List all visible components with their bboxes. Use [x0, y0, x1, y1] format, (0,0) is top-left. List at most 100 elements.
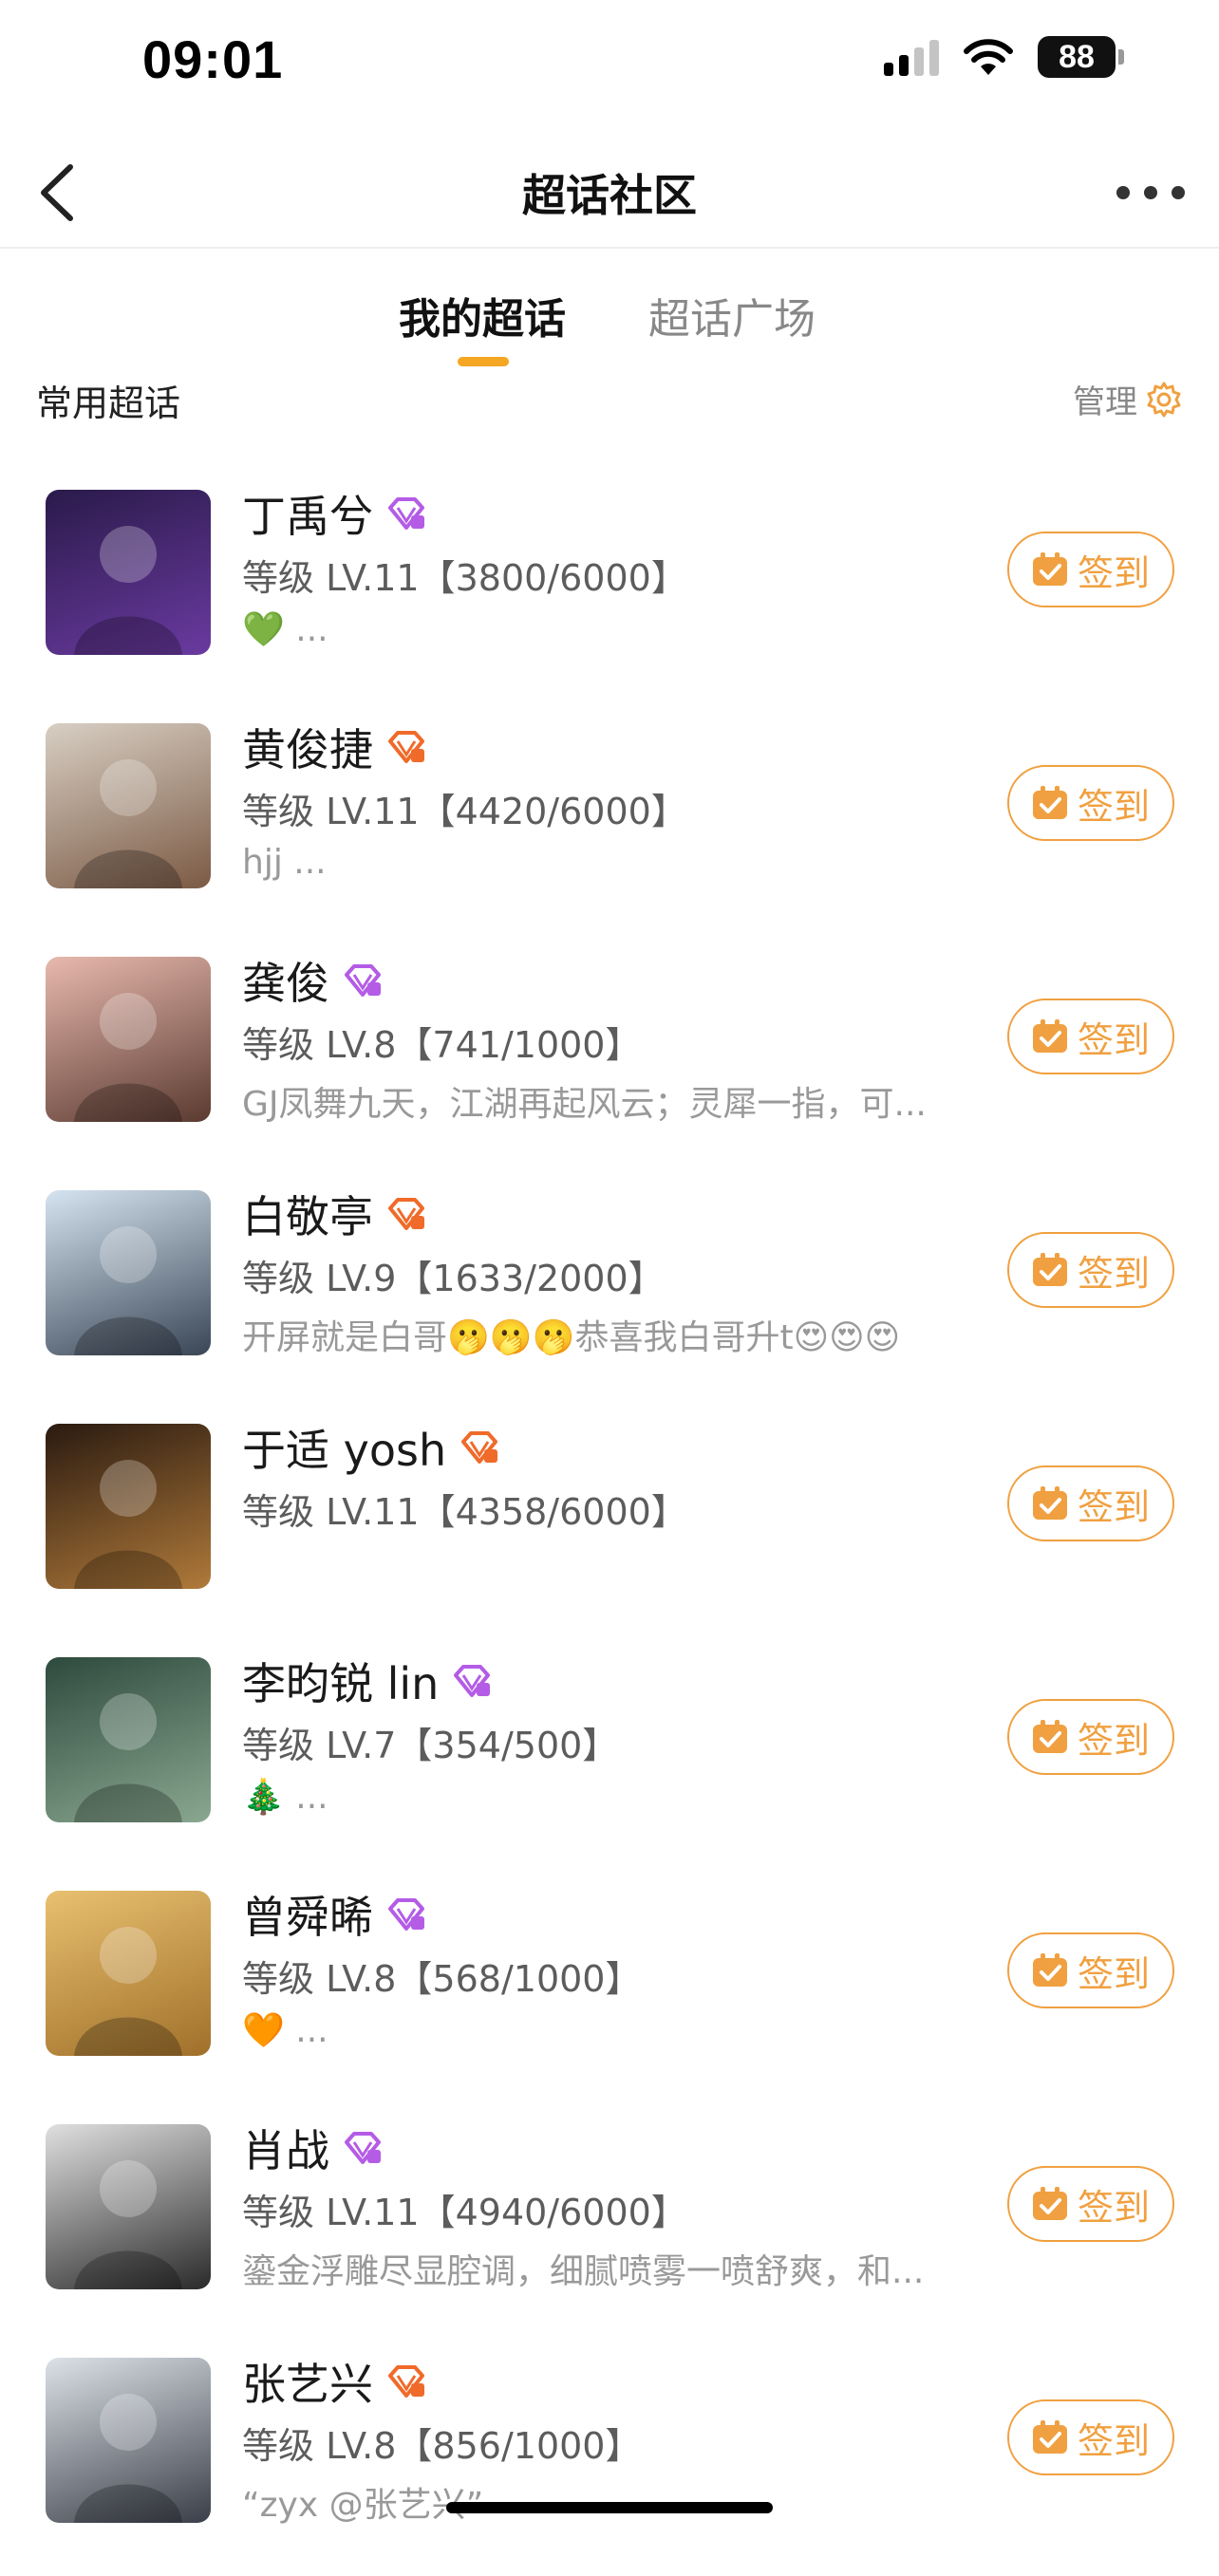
page-title: 超话社区	[522, 170, 697, 221]
list-item[interactable]: 肖战 等级 LV.11【4940/6000】 鎏金浮雕尽显腔调，细腻喷雾一喷舒爽…	[0, 2109, 1219, 2343]
checkin-label: 签到	[1077, 2419, 1150, 2462]
avatar[interactable]	[46, 1657, 211, 1822]
checkin-button[interactable]: 签到	[1007, 1232, 1174, 1308]
calendar-check-icon	[1032, 1953, 1067, 1987]
checkin-button[interactable]: 签到	[1007, 2399, 1174, 2475]
checkin-button[interactable]: 签到	[1007, 1932, 1174, 2008]
diamond-badge-icon	[345, 964, 381, 997]
checkin-button[interactable]: 签到	[1007, 1465, 1174, 1541]
avatar-portrait	[74, 1693, 182, 1822]
name-row: 于适 yosh	[242, 1416, 499, 1479]
diamond-badge-icon	[388, 731, 424, 763]
topic-level: 等级 LV.8【741/1000】	[242, 1024, 642, 1066]
checkin-button[interactable]: 签到	[1007, 2166, 1174, 2242]
calendar-check-icon	[1032, 2420, 1067, 2454]
checkin-label: 签到	[1077, 1719, 1150, 1762]
tabs: 我的超话 超话广场	[0, 275, 1219, 370]
topic-description: GJ凤舞九天，江湖再起风云；灵犀一指，可...	[242, 1085, 927, 1124]
status-icons: 88	[884, 36, 1124, 78]
list-item[interactable]: 李昀锐 lin 等级 LV.7【354/500】 🎄 ... 签到	[0, 1642, 1219, 1876]
topic-name[interactable]: 白敬亭	[242, 1183, 373, 1245]
topic-level: 等级 LV.8【856/1000】	[242, 2425, 642, 2467]
avatar[interactable]	[46, 1891, 211, 2056]
checkin-label: 签到	[1077, 785, 1150, 828]
topic-level: 等级 LV.11【3800/6000】	[242, 557, 687, 599]
checkin-label: 签到	[1077, 1252, 1150, 1295]
name-row: 黄俊捷	[242, 716, 426, 778]
list-item[interactable]: 曾舜晞 等级 LV.8【568/1000】 🧡 ... 签到	[0, 1876, 1219, 2109]
topic-level: 等级 LV.8【568/1000】	[242, 1958, 642, 2000]
tab-plaza[interactable]: 超话广场	[648, 285, 816, 345]
manage-label: 管理	[1073, 383, 1137, 421]
cellular-signal-icon	[884, 38, 939, 76]
topic-name[interactable]: 肖战	[242, 2117, 329, 2179]
calendar-check-icon	[1032, 1253, 1067, 1286]
list-item[interactable]: 黄俊捷 等级 LV.11【4420/6000】 hjj ... 签到	[0, 708, 1219, 942]
diamond-badge-icon	[461, 1431, 498, 1464]
avatar-portrait	[74, 1460, 182, 1589]
checkin-label: 签到	[1077, 2186, 1150, 2229]
avatar-portrait	[74, 1226, 182, 1355]
avatar-portrait	[74, 1927, 182, 2056]
wifi-icon	[964, 39, 1013, 75]
more-icon[interactable]	[1116, 178, 1185, 207]
avatar[interactable]	[46, 723, 211, 888]
list-item[interactable]: 白敬亭 等级 LV.9【1633/2000】 开屏就是白哥🫢🫢🫢恭喜我白哥升t😍…	[0, 1175, 1219, 1409]
name-row: 肖战	[242, 2117, 383, 2179]
topic-name[interactable]: 李昀锐 lin	[242, 1650, 439, 1712]
battery-level: 88	[1038, 36, 1116, 78]
list-item[interactable]: 丁禹兮 等级 LV.11【3800/6000】 💚 ... 签到	[0, 475, 1219, 708]
diamond-badge-icon	[388, 497, 424, 530]
checkin-button[interactable]: 签到	[1007, 532, 1174, 607]
status-bar: 09:01 88	[0, 0, 1219, 123]
name-row: 曾舜晞	[242, 1883, 426, 1946]
topic-description: 🎄 ...	[242, 1778, 328, 1817]
checkin-button[interactable]: 签到	[1007, 1699, 1174, 1775]
topic-description: 💚 ...	[242, 610, 328, 649]
avatar[interactable]	[46, 1190, 211, 1355]
topic-name[interactable]: 黄俊捷	[242, 716, 373, 778]
home-indicator	[446, 2502, 773, 2513]
section-title: 常用超话	[36, 383, 181, 424]
calendar-check-icon	[1032, 1486, 1067, 1520]
calendar-check-icon	[1032, 1019, 1067, 1053]
topic-description: 鎏金浮雕尽显腔调，细腻喷雾一喷舒爽，和...	[242, 2252, 925, 2291]
name-row: 白敬亭	[242, 1183, 426, 1245]
topic-name[interactable]: 龚俊	[242, 949, 329, 1012]
topic-level: 等级 LV.9【1633/2000】	[242, 1258, 665, 1299]
topic-description: hjj ...	[242, 843, 327, 882]
section-header: 常用超话 管理	[0, 370, 1219, 427]
avatar-portrait	[74, 526, 182, 655]
list-item[interactable]: 张艺兴 等级 LV.8【856/1000】 “zyx @张艺兴” ~ 签到	[0, 2343, 1219, 2576]
list-item[interactable]: 龚俊 等级 LV.8【741/1000】 GJ凤舞九天，江湖再起风云；灵犀一指，…	[0, 942, 1219, 1175]
avatar[interactable]	[46, 957, 211, 1122]
list-item[interactable]: 于适 yosh 等级 LV.11【4358/6000】 签到	[0, 1409, 1219, 1642]
avatar[interactable]	[46, 2124, 211, 2289]
avatar[interactable]	[46, 490, 211, 655]
topic-level: 等级 LV.11【4358/6000】	[242, 1491, 687, 1533]
tab-active-indicator	[458, 357, 509, 366]
checkin-button[interactable]: 签到	[1007, 765, 1174, 841]
calendar-check-icon	[1032, 1720, 1067, 1753]
topic-level: 等级 LV.11【4940/6000】	[242, 2192, 687, 2233]
diamond-badge-icon	[388, 1198, 424, 1230]
nav-bar: 超话社区	[0, 142, 1219, 249]
topic-name[interactable]: 丁禹兮	[242, 482, 373, 545]
topic-name[interactable]: 张艺兴	[242, 2350, 373, 2413]
topic-name[interactable]: 于适 yosh	[242, 1416, 446, 1479]
checkin-label: 签到	[1077, 1952, 1150, 1995]
name-row: 龚俊	[242, 949, 383, 1012]
tab-mine[interactable]: 我的超话	[399, 285, 566, 345]
name-row: 丁禹兮	[242, 482, 426, 545]
checkin-label: 签到	[1077, 1485, 1150, 1528]
manage-button[interactable]: 管理	[1073, 376, 1183, 422]
avatar[interactable]	[46, 1424, 211, 1589]
checkin-button[interactable]: 签到	[1007, 999, 1174, 1074]
avatar[interactable]	[46, 2358, 211, 2523]
status-time: 09:01	[142, 29, 284, 89]
avatar-portrait	[74, 2160, 182, 2289]
topic-level: 等级 LV.11【4420/6000】	[242, 791, 687, 832]
checkin-label: 签到	[1077, 1018, 1150, 1061]
topic-name[interactable]: 曾舜晞	[242, 1883, 373, 1946]
topic-level: 等级 LV.7【354/500】	[242, 1725, 619, 1766]
